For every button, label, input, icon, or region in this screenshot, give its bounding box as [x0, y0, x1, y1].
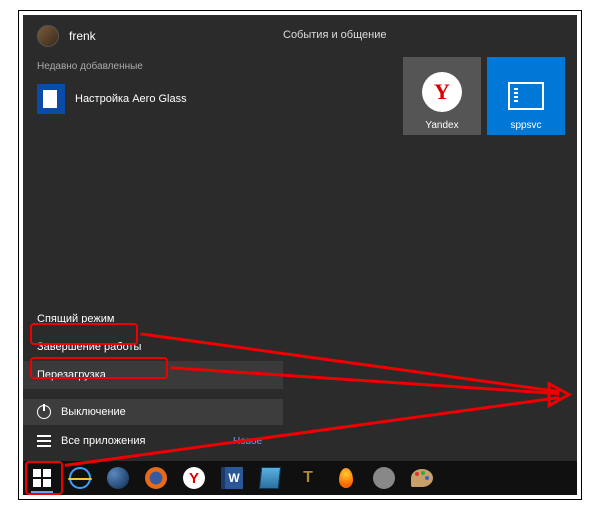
yandex-icon: Y	[183, 467, 205, 489]
ie-icon	[69, 467, 91, 489]
paint-button[interactable]	[405, 463, 439, 493]
app-button[interactable]	[367, 463, 401, 493]
ie-button[interactable]	[63, 463, 97, 493]
tiles-row: Y Yandex sppsvc	[403, 57, 565, 135]
yandex-icon: Y	[422, 72, 462, 112]
tiles-group-heading: События и общение	[283, 29, 386, 41]
tile-label: sppsvc	[510, 120, 541, 131]
screenshot-frame: frenk Недавно добавленные Настройка Aero…	[18, 10, 582, 500]
reader-button[interactable]	[253, 463, 287, 493]
power-button-row[interactable]: Выключение	[23, 399, 283, 425]
generic-icon	[373, 467, 395, 489]
book-icon	[259, 467, 281, 489]
flame-icon	[339, 468, 353, 488]
shutdown-full-option[interactable]: Завершение работы	[23, 333, 283, 361]
burn-button[interactable]	[329, 463, 363, 493]
user-name: frenk	[69, 29, 96, 43]
tool-button[interactable]: T	[291, 463, 325, 493]
sppsvc-icon	[508, 82, 544, 110]
tr-icon: T	[303, 469, 313, 487]
yandex-button[interactable]: Y	[177, 463, 211, 493]
taskbar: Y W T	[23, 461, 577, 495]
all-apps-label: Все приложения	[61, 435, 145, 447]
globe-icon	[107, 467, 129, 489]
power-icon	[37, 405, 51, 419]
tile-sppsvc[interactable]: sppsvc	[487, 57, 565, 135]
power-label: Выключение	[61, 406, 126, 418]
new-badge: Новое	[233, 436, 262, 447]
firefox-button[interactable]	[139, 463, 173, 493]
word-button[interactable]: W	[215, 463, 249, 493]
start-button[interactable]	[25, 463, 59, 493]
sleep-option[interactable]: Спящий режим	[23, 305, 283, 333]
document-icon	[37, 84, 65, 114]
power-context-menu: Спящий режим Завершение работы Перезагру…	[23, 305, 283, 389]
tile-yandex[interactable]: Y Yandex	[403, 57, 481, 135]
palette-icon	[411, 469, 433, 487]
firefox-icon	[145, 467, 167, 489]
restart-option[interactable]: Перезагрузка	[23, 361, 283, 389]
browser-button[interactable]	[101, 463, 135, 493]
user-avatar-icon	[37, 25, 59, 47]
word-icon: W	[221, 467, 243, 489]
tile-label: Yandex	[425, 120, 458, 131]
start-menu: frenk Недавно добавленные Настройка Aero…	[23, 15, 577, 461]
list-icon	[37, 435, 51, 447]
recent-app-label: Настройка Aero Glass	[75, 93, 187, 105]
desktop-area: frenk Недавно добавленные Настройка Aero…	[23, 15, 577, 495]
windows-start-icon	[33, 469, 51, 487]
